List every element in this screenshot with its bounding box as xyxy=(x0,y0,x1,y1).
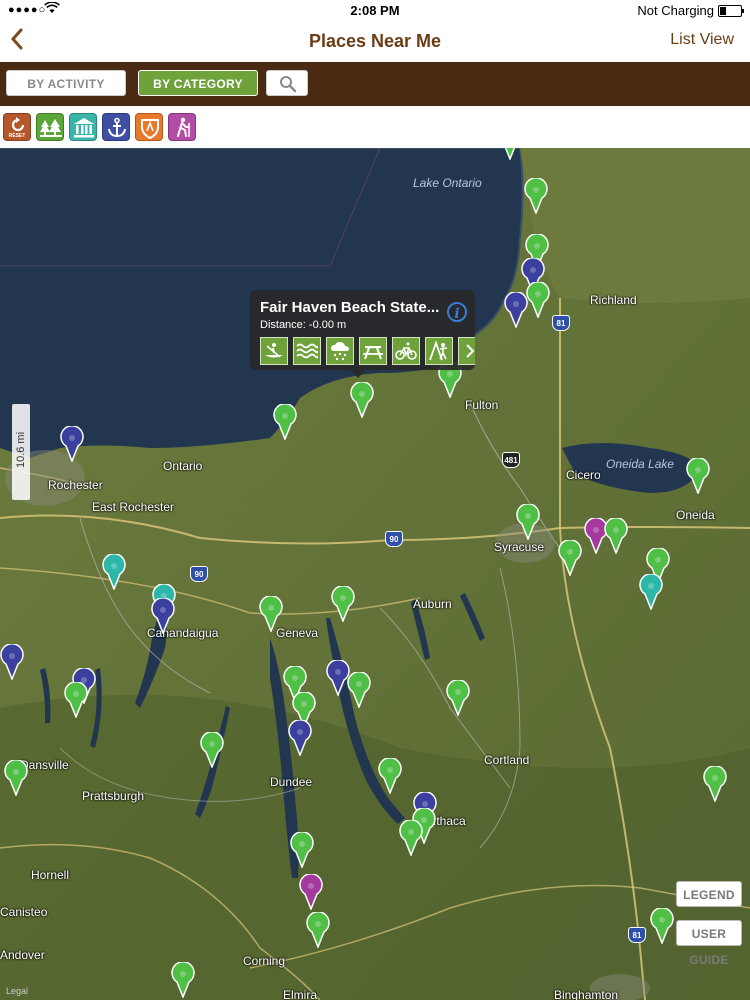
info-icon[interactable]: i xyxy=(447,302,467,322)
map-pin-blue[interactable] xyxy=(287,719,313,758)
category-trails[interactable] xyxy=(168,113,196,141)
map-pin-purple[interactable] xyxy=(298,873,324,912)
callout-pointer xyxy=(350,370,366,378)
highway-shield: 90 xyxy=(385,531,403,547)
map-pin-blue[interactable] xyxy=(150,597,176,636)
map-pin-green[interactable] xyxy=(349,381,375,420)
place-label: Andover xyxy=(0,948,45,962)
by-category-tab[interactable]: BY CATEGORY xyxy=(138,70,258,96)
map-pin-green[interactable] xyxy=(398,819,424,858)
place-label: Rochester xyxy=(48,478,103,492)
map-pin-green[interactable] xyxy=(445,679,471,718)
winter-weather-icon xyxy=(326,337,354,365)
legend-button[interactable]: LEGEND xyxy=(676,881,742,907)
shield-crest-icon xyxy=(141,119,159,139)
reset-label: RESET xyxy=(8,133,26,139)
search-button[interactable] xyxy=(266,70,308,96)
place-label: Cortland xyxy=(484,753,530,767)
map-pin-green[interactable] xyxy=(603,517,629,556)
map-pin-green[interactable] xyxy=(515,503,541,542)
map-view[interactable]: Lake Ontario Oneida Lake Fulton Richland… xyxy=(0,148,750,1000)
map-pin-teal[interactable] xyxy=(638,573,664,612)
category-parks[interactable] xyxy=(36,113,64,141)
place-label: Canisteo xyxy=(0,905,48,919)
place-label: Cicero xyxy=(566,468,601,482)
callout-title[interactable]: Fair Haven Beach State... xyxy=(260,299,450,316)
place-label: Fulton xyxy=(465,398,499,412)
place-callout[interactable]: Fair Haven Beach State... Distance: -0.0… xyxy=(250,290,475,370)
place-label: Prattsburgh xyxy=(82,789,145,803)
map-scale: 10.6 mi xyxy=(12,404,30,500)
map-pin-blue[interactable] xyxy=(0,643,25,682)
hiker-icon xyxy=(177,117,190,137)
charging-status: Not Charging xyxy=(637,3,714,18)
category-marinas[interactable] xyxy=(102,113,130,141)
category-historic[interactable] xyxy=(69,113,97,141)
search-icon xyxy=(280,76,297,93)
map-pin-green[interactable] xyxy=(258,595,284,634)
map-pin-green[interactable] xyxy=(377,757,403,796)
highway-shield: 90 xyxy=(190,566,208,582)
forest-icon xyxy=(40,119,62,137)
place-label: Syracuse xyxy=(494,540,545,554)
place-label: Ontario xyxy=(163,459,203,473)
status-bar: ●●●●○ 2:08 PM Not Charging xyxy=(0,0,750,22)
playground-icon xyxy=(425,337,453,365)
highway-shield: 81 xyxy=(552,315,570,331)
place-label: Elmira xyxy=(283,988,318,1000)
map-pin-green[interactable] xyxy=(346,671,372,710)
map-pin-green[interactable] xyxy=(702,765,728,804)
map-pin-green[interactable] xyxy=(289,831,315,870)
category-forts[interactable] xyxy=(135,113,163,141)
legal-link[interactable]: Legal xyxy=(6,986,28,996)
place-label: Oneida xyxy=(676,508,715,522)
filter-bar: BY ACTIVITY BY CATEGORY xyxy=(0,62,750,106)
map-pin-blue[interactable] xyxy=(59,425,85,464)
more-icon xyxy=(458,337,475,365)
place-label: Auburn xyxy=(413,597,452,611)
lake-label: Oneida Lake xyxy=(606,457,675,471)
place-label: Richland xyxy=(590,293,637,307)
reset-icon xyxy=(11,117,25,132)
canoe-icon xyxy=(260,337,288,365)
place-label: Hornell xyxy=(31,868,70,882)
map-pin-blue[interactable] xyxy=(503,291,529,330)
anchor-icon xyxy=(108,117,126,138)
place-label: Corning xyxy=(243,954,286,968)
map-pin-green[interactable] xyxy=(3,759,29,798)
map-pin-green[interactable] xyxy=(199,731,225,770)
page-title: Places Near Me xyxy=(308,31,442,51)
map-pin-green[interactable] xyxy=(272,403,298,442)
by-activity-tab[interactable]: BY ACTIVITY xyxy=(6,70,126,96)
user-guide-button[interactable]: USER GUIDE xyxy=(676,920,742,967)
map-pin-green[interactable] xyxy=(685,457,711,496)
place-label: Dundee xyxy=(270,775,313,789)
swimming-icon xyxy=(293,337,321,365)
map-pin-teal[interactable] xyxy=(101,553,127,592)
highway-shield: 81 xyxy=(628,927,646,943)
activity-icons xyxy=(260,337,475,365)
map-pin-green[interactable] xyxy=(330,585,356,624)
map-pin-green[interactable] xyxy=(305,911,331,950)
map-pin-green[interactable] xyxy=(523,177,549,216)
battery-icon xyxy=(718,5,744,17)
reset-button[interactable]: RESET xyxy=(3,113,31,141)
scale-label: 10.6 mi xyxy=(15,431,27,469)
map-pin-green[interactable] xyxy=(557,539,583,578)
map-pin-green[interactable] xyxy=(649,907,675,946)
place-label: Binghamton xyxy=(554,988,619,1000)
picnic-table-icon xyxy=(359,337,387,365)
callout-distance: Distance: -0.00 m xyxy=(260,319,347,331)
map-pin-green[interactable] xyxy=(497,148,523,162)
category-icon-bar: RESET xyxy=(0,106,750,148)
navigation-bar: Places Near Me List View xyxy=(0,22,750,62)
lake-label: Lake Ontario xyxy=(413,176,482,190)
place-label: East Rochester xyxy=(92,500,175,514)
highway-shield: 481 xyxy=(502,452,520,468)
historic-building-icon xyxy=(74,118,94,138)
map-pin-green[interactable] xyxy=(170,961,196,1000)
biking-icon xyxy=(392,337,420,365)
map-pin-green[interactable] xyxy=(63,681,89,720)
list-view-button[interactable]: List View xyxy=(670,31,734,49)
